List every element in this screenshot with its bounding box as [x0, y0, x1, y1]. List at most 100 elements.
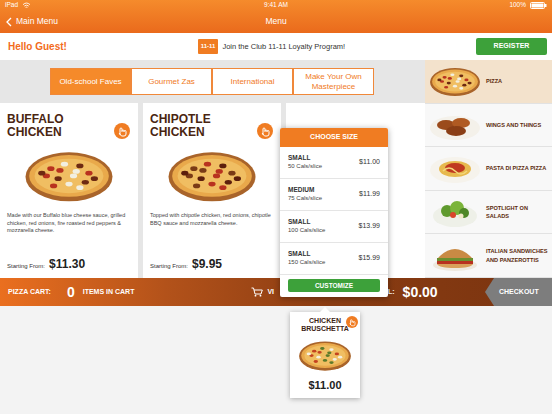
category-tab[interactable]: Make Your Own Masterpiece — [293, 68, 374, 95]
category-label[interactable]: ITALIAN SANDWICHES AND PANZEROTTIS — [486, 247, 548, 264]
size-name[interactable]: SMALL — [288, 154, 322, 162]
size-name[interactable]: SMALL — [288, 250, 325, 258]
customize-button[interactable]: CUSTOMIZE — [288, 279, 380, 292]
size-calories[interactable]: 150 Cals/slice — [288, 259, 325, 267]
item-name: CHIPOTLE CHICKEN — [150, 113, 242, 138]
category-tab[interactable]: International — [212, 68, 293, 95]
items-label: ITEMS IN CART — [83, 287, 135, 298]
popup-title: CHOOSE SIZE — [310, 132, 358, 143]
category-label[interactable]: SPOTLIGHT ON SALADS — [486, 204, 548, 221]
item-description: Made with our Buffalo blue cheese sauce,… — [7, 212, 131, 234]
size-popup: CHOOSE SIZESMALL50 Cals/slice$11.00MEDIU… — [280, 128, 388, 297]
sidebar-item[interactable]: PASTA DI PIZZA PIZZA — [425, 147, 552, 191]
status-right: 100% — [288, 0, 547, 10]
sidebar-item[interactable]: PIZZA — [425, 60, 552, 104]
size-price[interactable]: $15.99 — [359, 253, 380, 264]
salad-image — [429, 195, 481, 229]
app-header: iPad 9:41 AM 100% Main Menu Menu — [0, 0, 552, 33]
drop-area: CHICKEN BRUSCHETTA $11.00 — [0, 306, 552, 414]
loyalty-logo: 11-11 — [198, 39, 219, 54]
total-amount: $0.00 — [403, 282, 438, 303]
status-bar: iPad 9:41 AM 100% — [0, 0, 552, 10]
pizza-image — [298, 337, 352, 373]
sidebar-item[interactable]: ITALIAN SANDWICHES AND PANZEROTTIS — [425, 234, 552, 278]
size-price[interactable]: $11.99 — [359, 189, 380, 200]
price-label: Starting From: — [7, 262, 45, 271]
size-calories[interactable]: 100 Cals/slice — [288, 227, 325, 235]
cart-bar: PIZZA CART: 0 ITEMS IN CART VI L: $0.00 CHECKO… — [0, 278, 552, 306]
sandwich-image — [429, 239, 481, 273]
category-tab[interactable]: Old-school Faves — [50, 68, 131, 95]
register-button[interactable]: REGISTER — [476, 38, 547, 55]
total-label: L: — [388, 287, 395, 298]
category-sidebar: PIZZA WINGS AND THINGS PASTA DI PIZZA PIZZ… — [425, 60, 552, 278]
tab-label[interactable]: Gourmet Zas — [148, 77, 195, 86]
sidebar-item[interactable]: SPOTLIGHT ON SALADS — [425, 191, 552, 235]
back-chevron-icon — [6, 17, 12, 27]
dragged-item-name: CHICKEN BRUSCHETTA — [299, 317, 351, 333]
drag-hand-icon[interactable] — [346, 316, 358, 328]
back-button[interactable]: Main Menu — [6, 15, 58, 28]
nav-title: Menu — [265, 15, 286, 28]
size-name[interactable]: MEDIUM — [288, 186, 322, 194]
drag-hand-icon[interactable] — [257, 123, 273, 139]
item-name: BUFFALO CHICKEN — [7, 113, 99, 138]
main-area: Old-school Faves Gourmet Zas International… — [0, 60, 552, 306]
category-tab[interactable]: Gourmet Zas — [131, 68, 212, 95]
nav-bar: Main Menu Menu — [0, 10, 552, 33]
pasta-image — [429, 151, 481, 185]
price-row: Starting From: $9.95 — [150, 255, 274, 273]
pizza-image — [429, 64, 481, 98]
wifi-icon — [22, 2, 31, 9]
pizza-image — [17, 146, 121, 204]
pizza-image — [160, 146, 264, 204]
tab-bar: Old-school Faves Gourmet Zas International… — [0, 60, 425, 103]
tab-label[interactable]: International — [230, 77, 274, 86]
size-price[interactable]: $13.99 — [359, 221, 380, 232]
size-option[interactable]: SMALL50 Cals/slice $11.00 — [280, 147, 388, 179]
cart-summary: PIZZA CART: 0 ITEMS IN CART VI — [0, 282, 278, 303]
view-cart-label[interactable]: VI — [267, 287, 274, 298]
checkout-button[interactable]: CHECKOUT — [485, 278, 552, 306]
size-option[interactable]: MEDIUM75 Cals/slice $11.99 — [280, 179, 388, 211]
menu-card[interactable]: BUFFALO CHICKEN Made with our Buffalo blu… — [0, 103, 138, 278]
back-label[interactable]: Main Menu — [16, 15, 58, 28]
dragged-item-price: $11.00 — [294, 377, 356, 394]
size-name[interactable]: SMALL — [288, 218, 325, 226]
size-option[interactable]: SMALL150 Cals/slice $15.99 — [280, 243, 388, 275]
price-label: Starting From: — [150, 262, 188, 271]
size-option[interactable]: SMALL100 Cals/slice $13.99 — [280, 211, 388, 243]
item-price: $11.30 — [49, 255, 85, 273]
loyalty-text: Join the Club 11-11 Loyalty Program! — [222, 41, 345, 52]
popup-header: CHOOSE SIZE — [280, 128, 388, 147]
wings-image — [429, 108, 481, 142]
sidebar-item[interactable]: WINGS AND THINGS — [425, 104, 552, 148]
clock: 9:41 AM — [264, 0, 288, 10]
size-calories[interactable]: 50 Cals/slice — [288, 163, 322, 171]
size-calories[interactable]: 75 Cals/slice — [288, 195, 322, 203]
tab-label[interactable]: Old-school Faves — [59, 77, 121, 86]
menu-card[interactable]: CHIPOTLE CHICKEN Topped with chipotle chi… — [143, 103, 281, 278]
view-cart-button[interactable]: VI — [251, 287, 274, 298]
tab-label[interactable]: Make Your Own Masterpiece — [298, 72, 369, 90]
cart-count: 0 — [67, 282, 75, 303]
battery-icon — [530, 2, 547, 9]
loyalty-banner[interactable]: 11-11Join the Club 11-11 Loyalty Program… — [67, 39, 476, 54]
dragged-item-card[interactable]: CHICKEN BRUSCHETTA $11.00 — [290, 312, 360, 398]
drag-hand-icon[interactable] — [114, 123, 130, 139]
checkout-label[interactable]: CHECKOUT — [499, 287, 539, 298]
category-label[interactable]: PIZZA — [486, 77, 502, 85]
cart-label: PIZZA CART: — [8, 287, 51, 298]
size-price[interactable]: $11.00 — [359, 157, 380, 168]
battery-percent: 100% — [509, 0, 526, 10]
item-price: $9.95 — [192, 255, 222, 273]
category-label[interactable]: WINGS AND THINGS — [486, 121, 541, 129]
item-description: Topped with chipotle chicken, red onions… — [150, 212, 274, 227]
cart-total: L: $0.00 — [388, 282, 438, 303]
carrier-label: iPad — [5, 0, 18, 10]
status-left: iPad — [5, 0, 264, 10]
greeting-bar: Hello Guest!11-11Join the Club 11-11 Loy… — [0, 33, 552, 60]
category-label[interactable]: PASTA DI PIZZA PIZZA — [486, 164, 546, 172]
greeting-text: Hello Guest! — [8, 39, 67, 54]
cart-icon[interactable] — [251, 287, 263, 297]
